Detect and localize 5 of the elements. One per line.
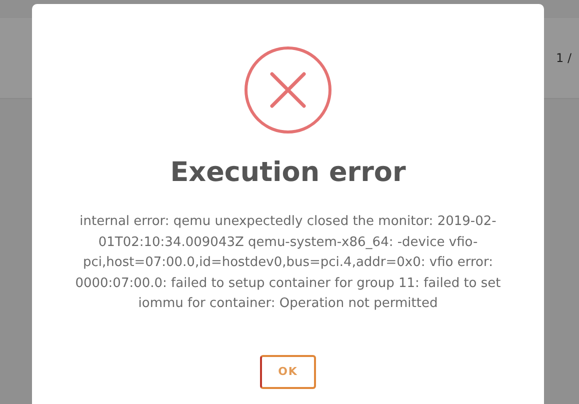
dialog-title: Execution error bbox=[170, 157, 406, 188]
error-message: internal error: qemu unexpectedly closed the monitor: 2019-02-01T02:10:34.009043Z qemu-system-x86_64: -device vfio-pci,host=07:00.0,id=hostdev0,bus=pci.4,addr=0x0: vfio error: 0000:07:00.0: failed to setup container for group 11: failed to set iommu for container: Operation not permitted bbox=[74, 213, 502, 313]
page-indicator: 1 / bbox=[556, 51, 572, 65]
error-icon bbox=[243, 45, 333, 135]
ok-button[interactable]: OK bbox=[260, 354, 316, 388]
